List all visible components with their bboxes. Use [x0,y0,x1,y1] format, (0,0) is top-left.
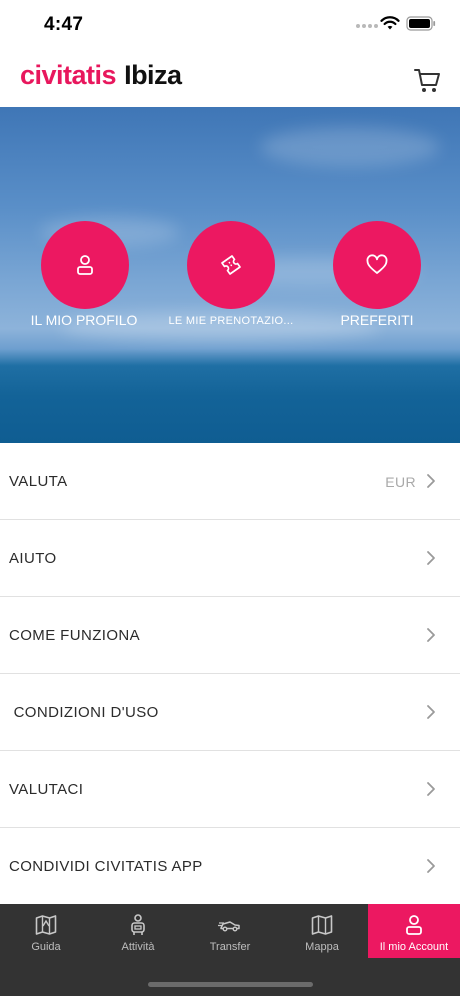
tab-bar: Guida Attività Transfer Mappa Il mio Acc… [0,904,460,996]
tab-transfer[interactable]: Transfer [184,904,276,958]
menu-item-share-app[interactable]: CONDIVIDI CIVITATIS APP [0,828,460,905]
status-bar: 4:47 [0,0,460,50]
brand-city: Ibiza [124,60,182,90]
tab-account[interactable]: Il mio Account [368,904,460,958]
currency-value: EUR [385,474,416,490]
map-guide-icon [35,915,57,935]
tab-label: Transfer [209,941,251,953]
menu-item-terms[interactable]: CONDIZIONI D'USO [0,674,460,751]
tab-label: Il mio Account [379,941,449,953]
menu-item-label: CONDIZIONI D'USO [9,704,159,721]
menu-item-currency[interactable]: VALUTA EUR [0,443,460,520]
tab-label: Mappa [305,941,339,953]
cart-icon[interactable] [412,66,442,94]
profile-label[interactable]: IL MIO PROFILO [24,312,144,328]
chevron-right-icon [427,782,435,796]
tab-attivita[interactable]: Attività [92,904,184,958]
bookings-button[interactable] [187,221,275,309]
settings-menu: VALUTA EUR AIUTO COME FUNZIONA CONDIZION… [0,443,460,905]
profile-button[interactable] [41,221,129,309]
chevron-right-icon [427,474,435,488]
chevron-right-icon [427,628,435,642]
civitatis-logo: civitatis [20,60,117,90]
tab-guida[interactable]: Guida [0,904,92,958]
menu-item-help[interactable]: AIUTO [0,520,460,597]
heart-icon [366,254,388,274]
traveler-icon [131,914,145,935]
chevron-right-icon [427,859,435,873]
tab-label: Guida [31,941,61,953]
signal-dots-icon [356,22,378,30]
tab-label: Attività [121,941,155,953]
battery-icon [406,16,436,31]
map-icon [311,915,333,935]
brand-logo[interactable]: civitatis Ibiza [20,60,182,91]
app-header: civitatis Ibiza [0,50,460,107]
tab-mappa[interactable]: Mappa [276,904,368,958]
menu-item-how-it-works[interactable]: COME FUNZIONA [0,597,460,674]
menu-item-label: VALUTACI [9,781,84,798]
chevron-right-icon [427,705,435,719]
menu-item-label: CONDIVIDI CIVITATIS APP [9,858,203,875]
home-indicator [148,982,313,987]
status-time: 4:47 [44,14,84,35]
chevron-right-icon [427,551,435,565]
menu-item-label: COME FUNZIONA [9,627,141,644]
menu-item-label: AIUTO [9,550,57,567]
favorites-label[interactable]: PREFERITI [317,312,437,328]
ticket-icon [221,255,241,275]
cloud-decoration [260,127,440,167]
menu-item-label: VALUTA [9,473,68,490]
hero-banner: IL MIO PROFILO LE MIE PRENOTAZIO... PREF… [0,107,460,443]
user-icon [406,915,422,935]
bookings-label[interactable]: LE MIE PRENOTAZIO... [160,315,302,327]
menu-item-rate-us[interactable]: VALUTACI [0,751,460,828]
favorites-button[interactable] [333,221,421,309]
wifi-icon [380,16,400,30]
user-icon [77,255,93,275]
car-icon [218,921,240,932]
